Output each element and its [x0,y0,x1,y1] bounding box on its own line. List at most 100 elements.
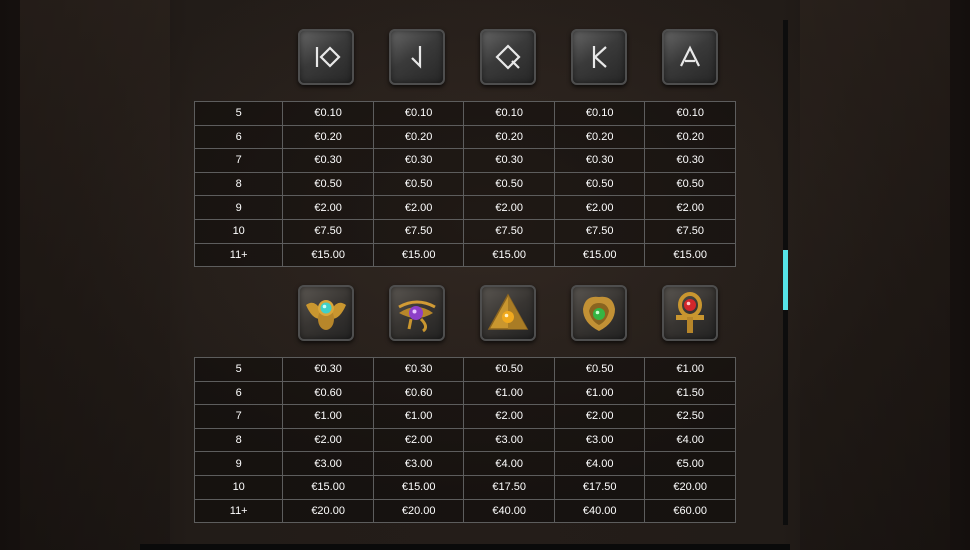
high-symbol-row [194,285,736,345]
symbol-count-cell: 11+ [193,498,284,524]
payout-cell: €5.00 [644,451,736,476]
payout-cell: €0.20 [282,124,374,150]
paytable-row: 6 €0.20 €0.20 €0.20 €0.20 €0.20 [193,124,736,150]
payout-cell: €2.00 [282,427,374,453]
symbol-count-cell: 9 [193,451,284,476]
payout-cell: €2.00 [372,195,465,220]
paytable-row: 5 €0.30 €0.30 €0.50 €0.50 €1.00 [193,357,736,382]
payout-cell: €0.20 [644,124,736,150]
payout-cell: €17.50 [553,474,646,500]
scarab-teal-gem-icon [298,285,354,341]
paytable-row: 9 €3.00 €3.00 €4.00 €4.00 €5.00 [193,451,736,476]
payout-cell: €2.00 [644,195,736,220]
symbol-count-cell: 8 [193,171,284,197]
payout-cell: €0.10 [644,101,736,126]
payout-cell: €4.00 [644,427,736,453]
payout-cell: €0.60 [282,380,374,406]
payout-cell: €0.50 [644,171,736,197]
rune-k-icon [571,29,627,85]
payout-cell: €0.50 [372,171,465,197]
payout-cell: €0.30 [463,148,555,173]
payout-cell: €7.50 [282,218,374,244]
paytable-row: 11+ €15.00 €15.00 €15.00 €15.00 €15.00 [193,242,736,268]
paytable-row: 5 €0.10 €0.10 €0.10 €0.10 €0.10 [193,101,736,126]
rune-q-icon [480,29,536,85]
symbol-count-cell: 7 [193,148,284,173]
ankh-red-gem-icon [662,285,718,341]
payout-cell: €2.00 [553,404,646,429]
rune-10-icon [298,29,354,85]
payout-cell: €7.50 [553,218,646,244]
payout-cell: €20.00 [644,474,736,500]
payout-cell: €1.00 [553,380,646,406]
payout-cell: €0.50 [553,171,646,197]
symbol-count-cell: 6 [193,124,284,150]
symbol-count-cell: 5 [193,357,284,382]
paytable-panel: 5 €0.10 €0.10 €0.10 €0.10 €0.10 6 €0.20 €0.20 €0.… [0,0,970,550]
payout-cell: €0.20 [553,124,646,150]
symbol-count-cell: 6 [193,380,284,406]
payout-cell: €15.00 [463,242,555,268]
payout-cell: €2.00 [463,404,555,429]
payout-cell: €15.00 [282,474,374,500]
payout-cell: €15.00 [372,242,465,268]
paytable-row: 10 €15.00 €15.00 €17.50 €17.50 €20.00 [193,474,736,500]
payout-cell: €4.00 [553,451,646,476]
payout-cell: €2.50 [644,404,736,429]
cobra-green-gem-icon [571,285,627,341]
payout-cell: €1.50 [644,380,736,406]
payout-cell: €0.50 [553,357,646,382]
scrollbar-thumb[interactable] [783,250,788,310]
payout-cell: €15.00 [372,474,465,500]
rune-j-icon [389,29,445,85]
paytable-row: 10 €7.50 €7.50 €7.50 €7.50 €7.50 [193,218,736,244]
payout-cell: €0.50 [463,357,555,382]
payout-cell: €0.30 [372,357,465,382]
symbol-count-cell: 10 [193,474,284,500]
payout-cell: €1.00 [644,357,736,382]
high-symbol-paytable: 5 €0.30 €0.30 €0.50 €0.50 €1.00 6 €0.60 €0.60 €1.… [193,357,736,524]
payout-cell: €2.00 [282,195,374,220]
payout-cell: €0.50 [463,171,555,197]
symbol-count-cell: 8 [193,427,284,453]
payout-cell: €3.00 [372,451,465,476]
payout-cell: €0.30 [282,148,374,173]
low-symbol-paytable: 5 €0.10 €0.10 €0.10 €0.10 €0.10 6 €0.20 €0.20 €0.… [193,101,736,268]
rune-a-icon [662,29,718,85]
payout-cell: €4.00 [463,451,555,476]
symbol-count-cell: 7 [193,404,284,429]
payout-cell: €3.00 [282,451,374,476]
paytable-row: 8 €0.50 €0.50 €0.50 €0.50 €0.50 [193,171,736,197]
payout-cell: €40.00 [463,498,555,524]
payout-cell: €7.50 [372,218,465,244]
payout-cell: €3.00 [463,427,555,453]
payout-cell: €7.50 [644,218,736,244]
payout-cell: €20.00 [282,498,374,524]
paytable-row: 11+ €20.00 €20.00 €40.00 €40.00 €60.00 [193,498,736,524]
payout-cell: €20.00 [372,498,465,524]
payout-cell: €0.30 [553,148,646,173]
payout-cell: €0.60 [372,380,465,406]
payout-cell: €0.30 [372,148,465,173]
payout-cell: €17.50 [463,474,555,500]
paytable-row: 8 €2.00 €2.00 €3.00 €3.00 €4.00 [193,427,736,453]
payout-cell: €0.50 [282,171,374,197]
payout-cell: €3.00 [553,427,646,453]
payout-cell: €0.30 [644,148,736,173]
payout-cell: €0.20 [372,124,465,150]
payout-cell: €60.00 [644,498,736,524]
eye-of-horus-purple-gem-icon [389,285,445,341]
payout-cell: €0.10 [372,101,465,126]
payout-cell: €1.00 [372,404,465,429]
symbol-count-cell: 9 [193,195,284,220]
payout-cell: €15.00 [644,242,736,268]
paytable-row: 7 €0.30 €0.30 €0.30 €0.30 €0.30 [193,148,736,173]
payout-cell: €1.00 [282,404,374,429]
payout-cell: €0.20 [463,124,555,150]
paytable-row: 7 €1.00 €1.00 €2.00 €2.00 €2.50 [193,404,736,429]
paytable-row: 9 €2.00 €2.00 €2.00 €2.00 €2.00 [193,195,736,220]
pyramid-amber-gem-icon [480,285,536,341]
payout-cell: €40.00 [553,498,646,524]
payout-cell: €15.00 [553,242,646,268]
payout-cell: €2.00 [463,195,555,220]
